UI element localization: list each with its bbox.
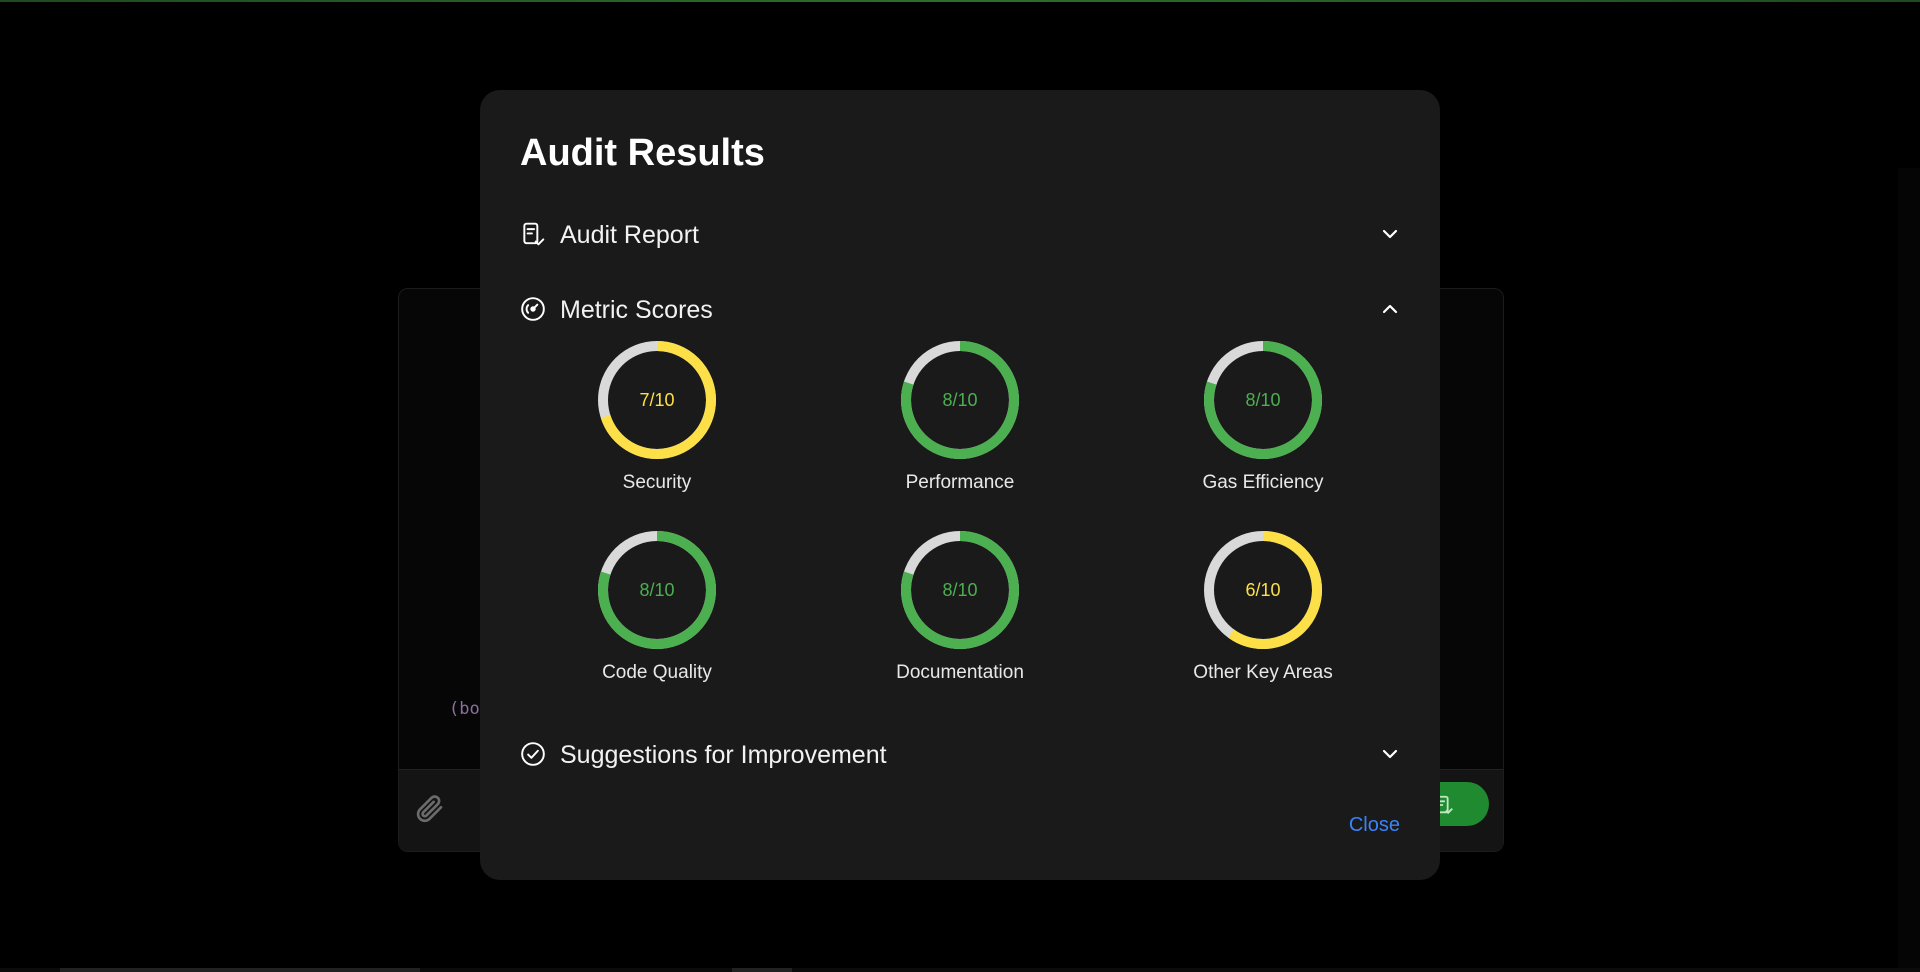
metric-other-key-areas: 6/10 Other Key Areas [1163, 530, 1363, 710]
section-suggestions[interactable]: Suggestions for Improvement [520, 732, 1400, 776]
chevron-down-icon[interactable] [1380, 744, 1400, 764]
metric-score: 8/10 [942, 390, 978, 410]
metric-documentation: 8/10 Documentation [860, 530, 1060, 710]
bottom-bar-segment [60, 968, 420, 972]
metric-score: 8/10 [942, 580, 978, 600]
close-button[interactable]: Close [1349, 814, 1400, 837]
section-audit-report-label: Audit Report [560, 221, 699, 249]
editor-code-fragment: (bo [449, 699, 480, 719]
metric-score: 6/10 [1245, 580, 1281, 600]
metric-score: 8/10 [639, 580, 675, 600]
bottom-bar-segment [732, 968, 792, 972]
metric-label: Other Key Areas [1193, 662, 1333, 683]
top-accent-line [0, 0, 1920, 2]
paperclip-icon[interactable] [413, 792, 445, 824]
page-edge [1898, 168, 1920, 968]
metric-score: 7/10 [639, 390, 675, 410]
metric-security: 7/10 Security [557, 340, 757, 520]
report-check-icon [523, 222, 545, 246]
metric-gas-efficiency: 8/10 Gas Efficiency [1163, 340, 1363, 520]
gauge-icon [521, 297, 545, 321]
metric-scores-grid: 7/10 Security 8/10 Performance 8/10 Gas … [520, 340, 1400, 720]
section-metric-scores-label: Metric Scores [560, 296, 713, 324]
metric-label: Gas Efficiency [1202, 472, 1324, 493]
metric-label: Documentation [896, 662, 1024, 683]
metric-score: 8/10 [1245, 390, 1281, 410]
metric-label: Code Quality [602, 662, 712, 683]
audit-results-dialog: Audit Results Audit Report Metric Scores [480, 90, 1440, 880]
dialog-title: Audit Results [520, 132, 765, 174]
chevron-down-icon[interactable] [1380, 224, 1400, 244]
section-audit-report[interactable]: Audit Report [520, 212, 1400, 256]
section-suggestions-label: Suggestions for Improvement [560, 741, 887, 769]
metric-label: Security [622, 472, 692, 493]
metric-performance: 8/10 Performance [860, 340, 1060, 520]
section-metric-scores[interactable]: Metric Scores [520, 287, 1400, 331]
metric-code-quality: 8/10 Code Quality [557, 530, 757, 710]
metric-label: Performance [905, 472, 1015, 493]
chevron-up-icon[interactable] [1380, 299, 1400, 319]
circle-check-icon [521, 742, 545, 766]
